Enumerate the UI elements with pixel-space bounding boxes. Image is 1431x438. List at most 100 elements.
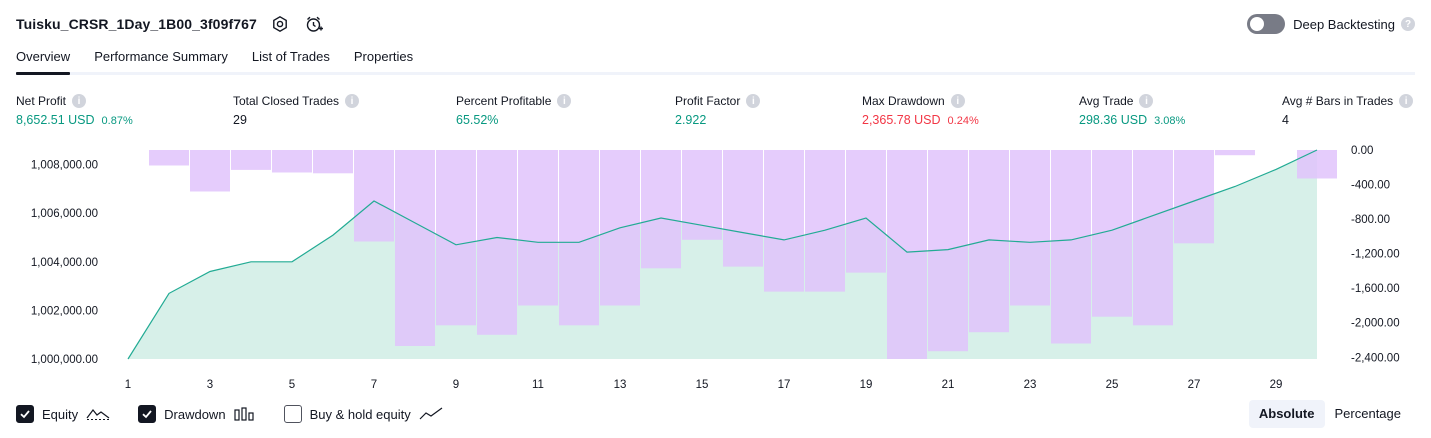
- info-icon[interactable]: i: [72, 94, 87, 108]
- equity-checkbox[interactable]: [16, 405, 34, 423]
- stat-label: Max Drawdown: [862, 94, 945, 108]
- stat-label: Avg # Bars in Trades: [1282, 94, 1394, 108]
- right-axis-tick-label: -1,200.00: [1351, 249, 1400, 261]
- info-icon[interactable]: i: [557, 94, 572, 108]
- right-axis-tick-label: 0.00: [1351, 145, 1373, 157]
- right-axis-tick-label: -1,600.00: [1351, 283, 1400, 295]
- stat-percent-profitable: Percent Profitable i 65.52%: [456, 92, 572, 129]
- drawdown-bar: [846, 150, 886, 273]
- stat-label: Profit Factor: [675, 94, 741, 108]
- stat-value: 2.922: [675, 113, 707, 127]
- drawdown-bar: [313, 150, 353, 174]
- stat-value: 8,652.51 USD: [16, 113, 95, 127]
- drawdown-bar: [272, 150, 312, 173]
- legend-buy-hold[interactable]: Buy & hold equity: [283, 405, 443, 423]
- legend-drawdown[interactable]: Drawdown: [138, 405, 255, 423]
- x-axis-tick-label: 21: [942, 379, 955, 391]
- stat-value: 4: [1282, 113, 1289, 127]
- tab-list-of-trades[interactable]: List of Trades: [252, 44, 330, 72]
- stat-net-profit: Net Profit i 8,652.51 USD 0.87%: [16, 92, 133, 129]
- value-mode-switch: Absolute Percentage: [1248, 400, 1412, 428]
- drawdown-bar: [805, 150, 845, 292]
- x-axis-tick-label: 17: [778, 379, 791, 391]
- summary-stats: Net Profit i 8,652.51 USD 0.87% Total Clos…: [16, 92, 1415, 132]
- strategy-header: Tuisku_CRSR_1Day_1B00_3f09f767: [16, 12, 325, 36]
- stat-value: 2,365.78 USD: [862, 113, 941, 127]
- legend-equity[interactable]: Equity: [16, 405, 110, 423]
- right-axis-tick-label: -2,400.00: [1351, 352, 1400, 364]
- left-axis-tick-label: 1,006,000.00: [31, 208, 98, 220]
- stat-avg-bars-in-trades: Avg # Bars in Trades i 4: [1282, 92, 1414, 129]
- info-icon[interactable]: i: [746, 94, 761, 108]
- drawdown-bar: [1133, 150, 1173, 326]
- drawdown-bar: [682, 150, 722, 240]
- stat-label: Avg Trade: [1079, 94, 1134, 108]
- drawdown-bar: [395, 150, 435, 346]
- left-axis-tick-label: 1,002,000.00: [31, 305, 98, 317]
- buy-hold-line-icon: [419, 407, 443, 421]
- drawdown-bar: [231, 150, 271, 170]
- x-axis-tick-label: 9: [453, 379, 459, 391]
- x-axis-tick-label: 23: [1024, 379, 1037, 391]
- x-axis-tick-label: 11: [532, 379, 544, 391]
- strategy-title: Tuisku_CRSR_1Day_1B00_3f09f767: [16, 16, 257, 32]
- info-icon[interactable]: i: [1399, 94, 1414, 108]
- percentage-mode-button[interactable]: Percentage: [1325, 400, 1412, 428]
- absolute-mode-button[interactable]: Absolute: [1248, 400, 1325, 428]
- help-icon[interactable]: ?: [1401, 17, 1415, 31]
- drawdown-bar: [149, 150, 189, 166]
- stat-percent: 0.24%: [947, 115, 979, 127]
- equity-line-icon: [86, 407, 110, 421]
- stat-label: Percent Profitable: [456, 94, 552, 108]
- right-axis-tick-label: -800.00: [1351, 214, 1390, 226]
- report-tabs: Overview Performance Summary List of Tra…: [16, 44, 1415, 75]
- stat-profit-factor: Profit Factor i 2.922: [675, 92, 761, 129]
- left-axis-tick-label: 1,008,000.00: [31, 160, 98, 172]
- add-alert-clock-icon[interactable]: [303, 13, 325, 35]
- stat-avg-trade: Avg Trade i 298.36 USD 3.08%: [1079, 92, 1185, 129]
- stat-label: Net Profit: [16, 94, 67, 108]
- info-icon[interactable]: i: [345, 94, 360, 108]
- drawdown-bar: [641, 150, 681, 269]
- equity-drawdown-chart[interactable]: 1,008,000.00 1,006,000.00 1,004,000.00 1,00…: [0, 140, 1431, 395]
- x-axis-tick-label: 19: [860, 379, 873, 391]
- drawdown-bar: [764, 150, 804, 292]
- drawdown-bar: [190, 150, 230, 192]
- x-axis-tick-label: 29: [1270, 379, 1283, 391]
- x-axis-tick-label: 13: [614, 379, 627, 391]
- settings-gear-icon[interactable]: [269, 13, 291, 35]
- drawdown-bar: [354, 150, 394, 242]
- drawdown-bars-icon: [233, 407, 256, 421]
- x-axis-tick-label: 3: [207, 379, 213, 391]
- info-icon[interactable]: i: [1139, 94, 1154, 108]
- buy-hold-label: Buy & hold equity: [309, 406, 411, 422]
- left-axis-tick-label: 1,004,000.00: [31, 257, 98, 269]
- deep-backtesting-label: Deep Backtesting: [1293, 16, 1395, 32]
- drawdown-bar: [477, 150, 517, 335]
- drawdown-bar: [723, 150, 763, 267]
- stat-value: 65.52%: [456, 113, 499, 127]
- deep-backtesting-toggle[interactable]: [1247, 14, 1286, 34]
- chart-legend: Equity Drawdown Buy & hold equity: [16, 403, 471, 425]
- drawdown-bar: [1010, 150, 1050, 306]
- drawdown-bar: [518, 150, 558, 306]
- drawdown-checkbox[interactable]: [138, 405, 157, 423]
- x-axis-tick-label: 7: [371, 379, 377, 391]
- x-axis-tick-label: 25: [1106, 379, 1119, 391]
- drawdown-bar: [887, 150, 927, 359]
- drawdown-label: Drawdown: [164, 406, 226, 422]
- stat-percent: 0.87%: [101, 115, 133, 127]
- drawdown-bar: [1297, 150, 1337, 179]
- buy-hold-checkbox[interactable]: [283, 405, 302, 423]
- right-axis-tick-label: -2,000.00: [1351, 318, 1400, 330]
- tab-overview[interactable]: Overview: [16, 44, 71, 75]
- stat-max-drawdown: Max Drawdown i 2,365.78 USD 0.24%: [862, 92, 979, 129]
- tab-performance-summary[interactable]: Performance Summary: [94, 44, 228, 72]
- info-icon[interactable]: i: [950, 94, 965, 108]
- drawdown-bar: [1215, 150, 1255, 156]
- stat-label: Total Closed Trades: [233, 94, 340, 108]
- x-axis-tick-label: 27: [1188, 379, 1201, 391]
- x-axis-tick-label: 15: [696, 379, 709, 391]
- deep-backtesting: Deep Backtesting ?: [1247, 12, 1415, 36]
- tab-properties[interactable]: Properties: [354, 44, 413, 72]
